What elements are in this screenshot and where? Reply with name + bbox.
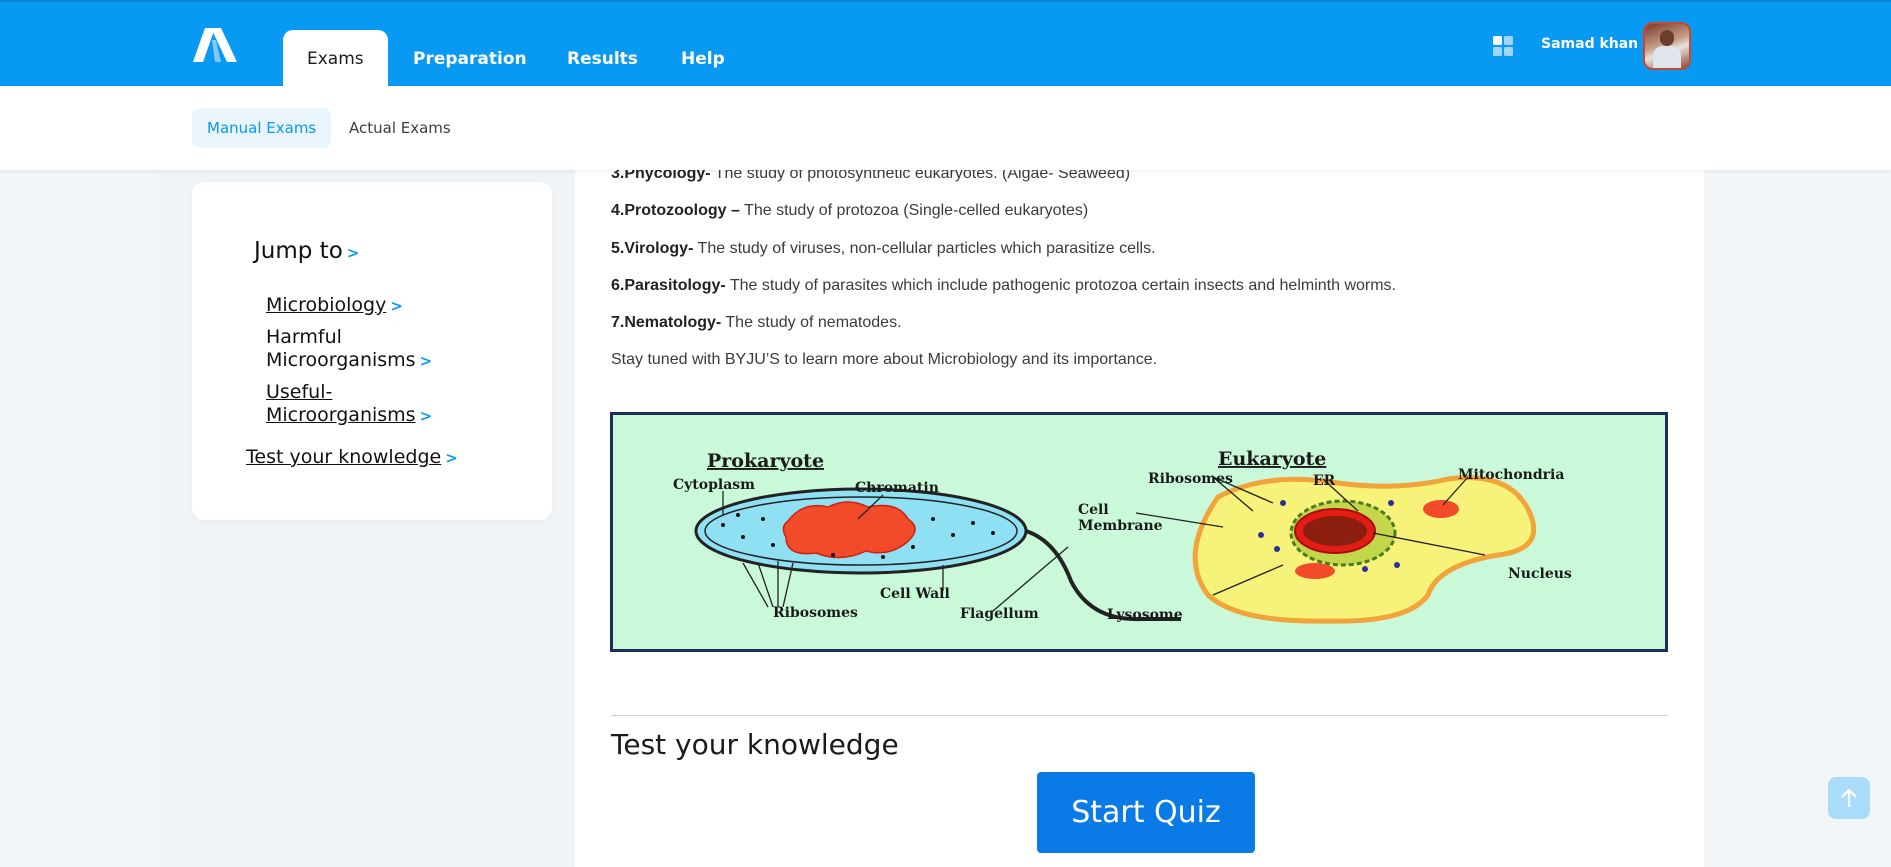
svg-text:ER: ER (1313, 473, 1336, 489)
svg-text:Lysosome: Lysosome (1107, 607, 1183, 623)
cell-diagram-image: Prokaryote Cytoplasm Chromatin Ribosomes… (610, 412, 1668, 652)
user-name[interactable]: Samad khan (1541, 36, 1638, 52)
svg-text:Cytoplasm: Cytoplasm (673, 477, 755, 493)
jump-to-heading: Jump to > (254, 238, 360, 264)
jump-link-harmful-microorganisms[interactable]: Harmful Microorganisms > (266, 326, 432, 373)
svg-text:Membrane: Membrane (1078, 518, 1163, 534)
start-quiz-button[interactable]: Start Quiz (1037, 772, 1255, 853)
svg-text:Flagellum: Flagellum (960, 606, 1039, 622)
svg-text:Nucleus: Nucleus (1508, 566, 1572, 582)
jump-link-test-your-knowledge[interactable]: Test your knowledge > (246, 446, 458, 470)
tab-exams[interactable]: Exams (283, 30, 388, 88)
jump-link-useful-microorganisms[interactable]: Useful- Microorganisms > (266, 381, 432, 428)
jump-to-card: Jump to > Microbiology > Harmful Microorga… (192, 182, 552, 520)
list-item: 7.Nematology- The study of nematodes. (611, 314, 902, 331)
svg-text:Cell Wall: Cell Wall (880, 586, 950, 602)
chevron-right-icon: > (419, 407, 433, 425)
top-navbar: Exams Preparation Results Help Samad kha… (0, 0, 1891, 88)
grid-apps-icon[interactable] (1493, 36, 1513, 56)
user-avatar[interactable] (1643, 22, 1691, 70)
jump-link-microbiology[interactable]: Microbiology > (266, 294, 403, 318)
chevron-right-icon: > (346, 244, 360, 262)
svg-text:Ribosomes: Ribosomes (1148, 471, 1233, 487)
arrow-up-icon (1841, 788, 1857, 807)
quiz-section-title: Test your knowledge (611, 728, 899, 761)
chevron-right-icon: > (419, 352, 433, 370)
tab-results[interactable]: Results (543, 30, 662, 88)
chevron-right-icon: > (390, 297, 403, 315)
sub-navbar: Manual Exams Actual Exams (0, 86, 1891, 170)
tab-preparation[interactable]: Preparation (389, 30, 551, 88)
svg-text:Chromatin: Chromatin (855, 480, 939, 496)
brand-logo-icon[interactable] (191, 26, 243, 64)
list-item: 4.Protozoology – The study of protozoa (… (611, 202, 1089, 219)
chevron-right-icon: > (445, 449, 458, 467)
svg-text:Prokaryote: Prokaryote (707, 450, 824, 472)
section-divider (611, 715, 1668, 716)
scroll-to-top-button[interactable] (1828, 777, 1870, 819)
svg-text:Ribosomes: Ribosomes (773, 605, 858, 621)
svg-text:Mitochondria: Mitochondria (1458, 467, 1564, 483)
svg-text:Eukaryote: Eukaryote (1218, 448, 1326, 470)
closing-text: Stay tuned with BYJU’S to learn more abo… (611, 351, 1158, 368)
subtab-manual-exams[interactable]: Manual Exams (192, 108, 332, 148)
subtab-actual-exams[interactable]: Actual Exams (334, 108, 466, 148)
tab-help[interactable]: Help (657, 30, 749, 88)
list-item: 5.Virology- The study of viruses, non-ce… (611, 240, 1156, 257)
list-item: 6.Parasitology- The study of parasites w… (611, 277, 1396, 294)
svg-text:Cell: Cell (1078, 502, 1109, 518)
